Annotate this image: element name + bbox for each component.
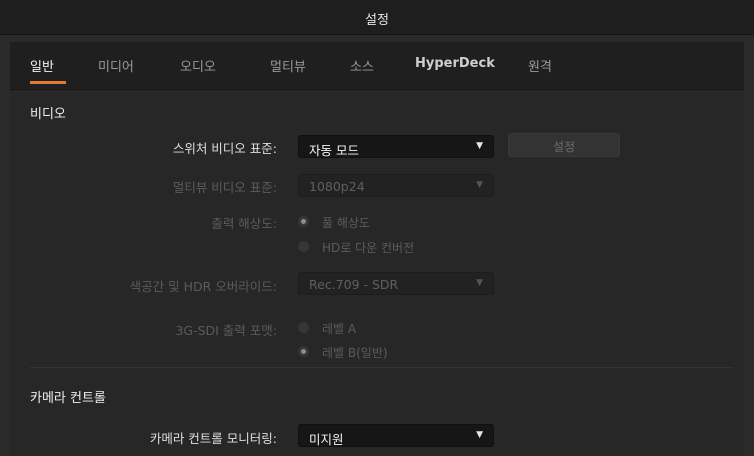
- sdi-output-format-label: 3G-SDI 출력 포맷:: [175, 323, 277, 338]
- multiview-video-standard-select[interactable]: 1080p24 ▼: [298, 174, 494, 197]
- window-title: 설정: [365, 13, 389, 28]
- chevron-down-icon: ▼: [476, 180, 483, 190]
- video-section-title: 비디오: [30, 107, 66, 122]
- radio-level-a-label: 레벨 A: [322, 322, 357, 336]
- tab-sources[interactable]: 소스: [350, 56, 374, 75]
- radio-button: [298, 216, 309, 227]
- radio-button: [298, 322, 309, 333]
- color-space-hdr-label: 색공간 및 HDR 오버라이드:: [129, 279, 277, 294]
- output-resolution-label: 출력 해상도:: [211, 216, 277, 231]
- tab-hyperdeck[interactable]: HyperDeck: [415, 56, 495, 71]
- multiview-video-standard-value: 1080p24: [309, 179, 365, 194]
- radio-hd-downconvert-label: HD로 다운 컨버전: [322, 241, 415, 255]
- chevron-down-icon: ▼: [476, 430, 483, 440]
- color-space-hdr-value: Rec.709 - SDR: [309, 277, 399, 292]
- radio-level-b-label: 레벨 B(일반): [322, 346, 388, 360]
- general-settings-panel: 비디오 스위처 비디오 표준: 자동 모드 ▼ 설정 멀티뷰 비디오 표준: 1…: [10, 90, 744, 456]
- set-video-standard-button[interactable]: 설정: [508, 133, 620, 157]
- section-divider: [30, 367, 734, 368]
- switcher-video-standard-select[interactable]: 자동 모드 ▼: [298, 135, 494, 158]
- camera-control-monitoring-value: 미지원: [309, 432, 344, 447]
- chevron-down-icon: ▼: [476, 278, 483, 288]
- tab-multiview[interactable]: 멀티뷰: [270, 56, 306, 75]
- color-space-hdr-select[interactable]: Rec.709 - SDR ▼: [298, 272, 494, 295]
- active-tab-indicator: [30, 81, 66, 84]
- switcher-video-standard-label: 스위처 비디오 표준:: [172, 141, 277, 156]
- tab-remote[interactable]: 원격: [528, 56, 552, 75]
- radio-button: [298, 241, 309, 252]
- settings-window: 설정 일반 미디어 오디오 멀티뷰 소스 HyperDeck 원격 비디오 스위…: [0, 0, 754, 456]
- tab-bar: 일반 미디어 오디오 멀티뷰 소스 HyperDeck 원격: [10, 42, 744, 90]
- multiview-video-standard-label: 멀티뷰 비디오 표준:: [172, 180, 277, 195]
- title-bar: 설정: [0, 0, 754, 35]
- switcher-video-standard-value: 자동 모드: [309, 143, 359, 158]
- camera-control-section-title: 카메라 컨트롤: [30, 391, 106, 406]
- radio-full-resolution-label: 풀 해상도: [322, 216, 370, 230]
- camera-control-monitoring-label: 카메라 컨트롤 모니터링:: [149, 431, 277, 446]
- radio-button: [298, 346, 309, 357]
- camera-control-monitoring-select[interactable]: 미지원 ▼: [298, 424, 494, 447]
- tab-general[interactable]: 일반: [30, 56, 54, 75]
- tab-audio[interactable]: 오디오: [180, 56, 216, 75]
- chevron-down-icon: ▼: [476, 141, 483, 151]
- tab-media[interactable]: 미디어: [98, 56, 134, 75]
